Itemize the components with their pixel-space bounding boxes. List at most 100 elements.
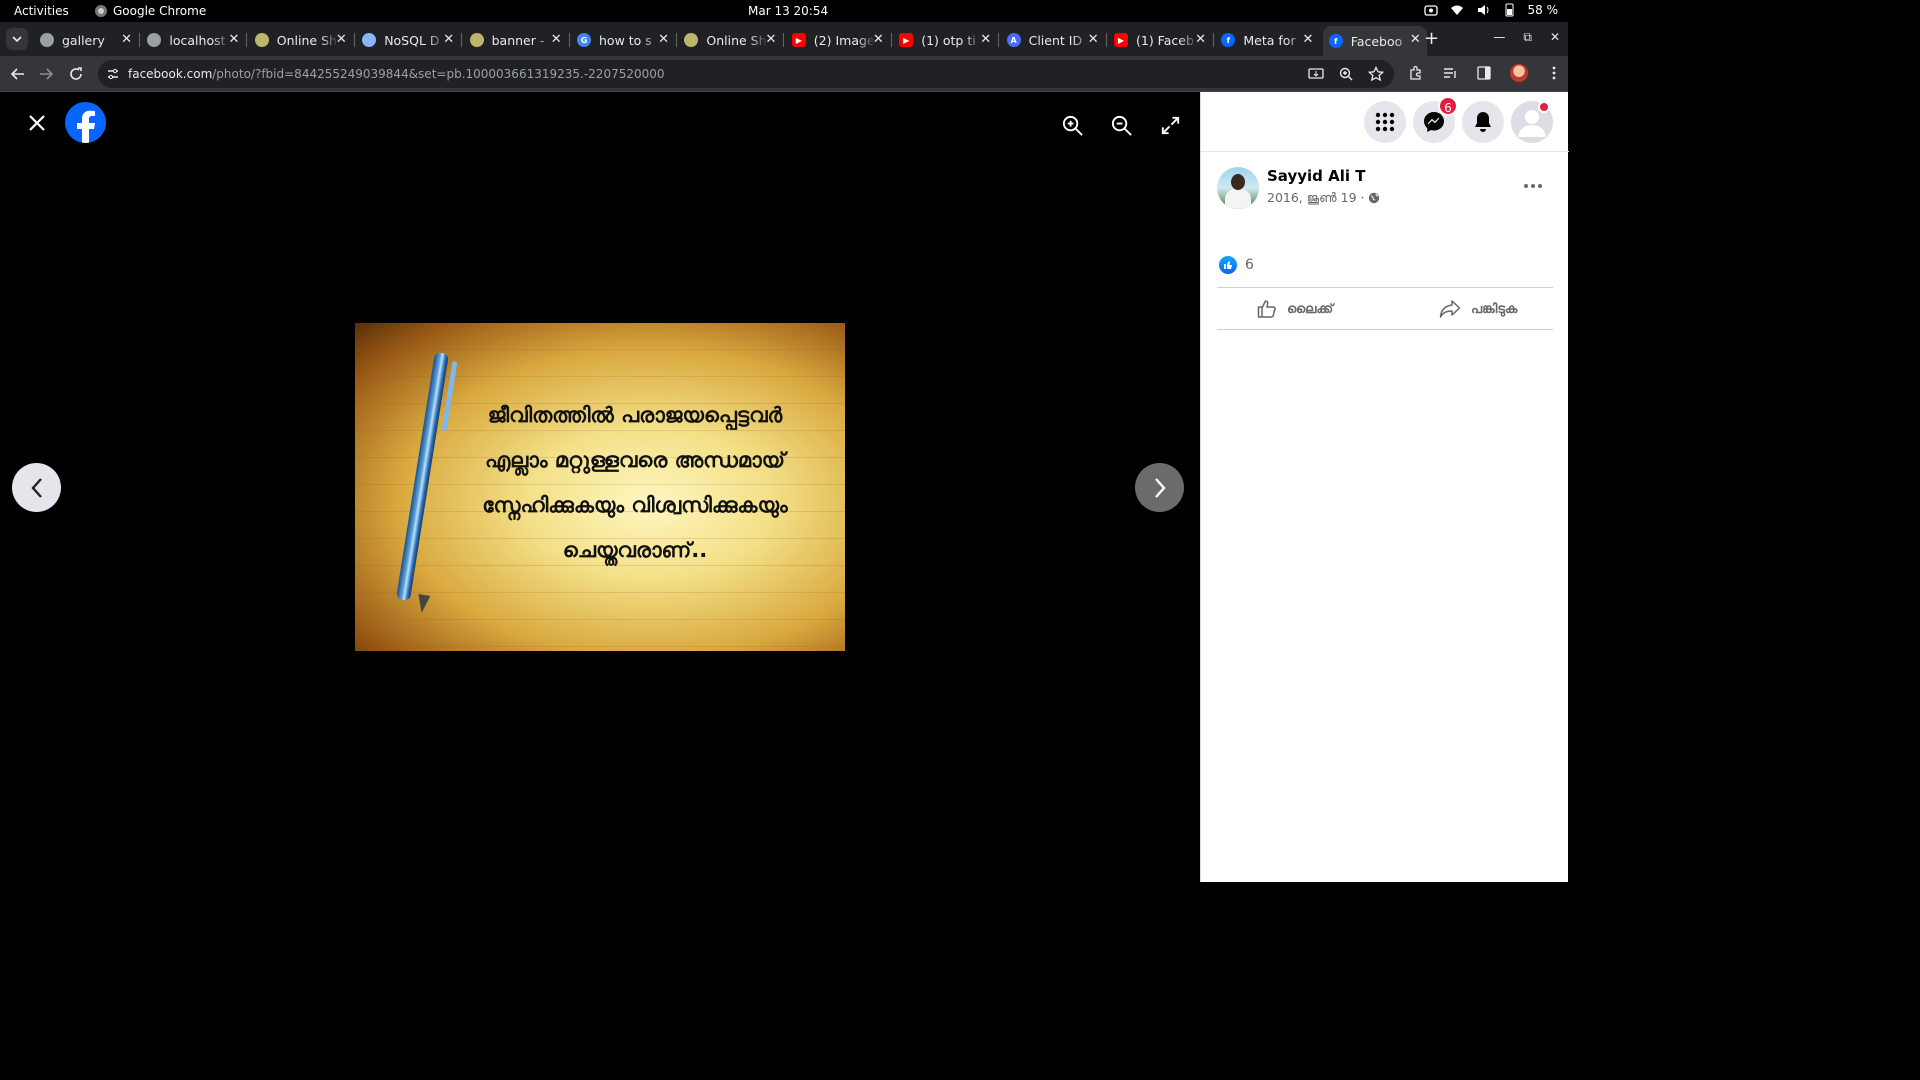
close-tab-icon[interactable]: ✕: [1410, 32, 1421, 47]
close-tab-icon[interactable]: ✕: [1195, 32, 1206, 47]
thumbs-up-icon: [1257, 300, 1276, 318]
browser-tab[interactable]: A Client ID ✕: [1001, 26, 1107, 54]
browser-tab[interactable]: ▶ (1) Faceb ✕: [1108, 26, 1214, 54]
close-tab-icon[interactable]: ✕: [551, 32, 562, 47]
zoom-in-icon[interactable]: [1061, 114, 1084, 137]
panel-header: [1201, 92, 1569, 152]
site-settings-icon[interactable]: [106, 67, 120, 81]
avatar-body: [1225, 189, 1251, 209]
author-avatar[interactable]: [1217, 167, 1259, 209]
post-date[interactable]: 2016, ജൂൺ 19 ·: [1267, 190, 1364, 206]
previous-photo-button[interactable]: [12, 463, 61, 512]
app-menu[interactable]: Google Chrome: [95, 4, 206, 18]
tab-separator: [890, 33, 892, 47]
address-bar[interactable]: facebook.com/photo/?fbid=844255249039844…: [98, 60, 1394, 88]
grid-menu-icon: [1375, 112, 1395, 132]
author-name[interactable]: Sayyid Ali T: [1267, 167, 1365, 185]
browser-tab[interactable]: Ghow to s ✕: [571, 26, 677, 54]
close-tab-icon[interactable]: ✕: [873, 32, 884, 47]
tab-search-button[interactable]: [6, 28, 28, 50]
screenshot-icon: [1423, 5, 1438, 16]
facebook-logo[interactable]: [65, 102, 106, 143]
reactions-summary[interactable]: 6: [1219, 256, 1254, 274]
side-panel-icon[interactable]: [1476, 65, 1492, 81]
quote-text: ജീവിതത്തിൽ പരാജയപ്പെട്ടവർ എല്ലാം മറ്റുള്…: [465, 393, 805, 573]
battery-icon: [1505, 3, 1513, 17]
share-button[interactable]: പങ്കിടുക: [1439, 297, 1517, 321]
toolbar-actions: [1408, 64, 1562, 82]
post-photo: ജീവിതത്തിൽ പരാജയപ്പെട്ടവർ എല്ലാം മറ്റുള്…: [355, 323, 845, 651]
browser-tab[interactable]: localhost ✕: [141, 26, 248, 54]
chevron-right-icon: [1154, 477, 1166, 498]
tab-strip: gallery ✕ localhost ✕ Online Sh ✕ NoSQL D ✕ bann…: [0, 22, 1568, 56]
minimize-icon[interactable]: —: [1493, 30, 1505, 45]
browser-tab[interactable]: ▶ (1) otp ti ✕: [893, 26, 1000, 54]
zoom-icon[interactable]: [1338, 66, 1354, 82]
browser-tab[interactable]: f Meta for ✕: [1215, 26, 1319, 54]
tab-title: banner -: [491, 32, 545, 48]
next-photo-button[interactable]: [1135, 463, 1184, 512]
browser-toolbar: facebook.com/photo/?fbid=844255249039844…: [0, 56, 1568, 92]
media-controls-icon[interactable]: [1442, 65, 1458, 81]
close-tab-icon[interactable]: ✕: [1302, 32, 1313, 47]
maximize-icon[interactable]: ⧉: [1523, 30, 1532, 45]
youtube-icon: ▶: [1114, 33, 1128, 47]
close-tab-icon[interactable]: ✕: [443, 32, 454, 47]
browser-tab[interactable]: banner - ✕: [464, 26, 570, 54]
notifications-button[interactable]: [1462, 101, 1504, 143]
tab-title: Client ID: [1028, 32, 1083, 48]
reload-button[interactable]: [66, 64, 86, 84]
tab-title: Meta for: [1243, 32, 1296, 48]
new-tab-button[interactable]: +: [1424, 28, 1439, 49]
tab-separator: [998, 33, 1000, 47]
forward-button[interactable]: [36, 64, 56, 84]
close-tab-icon[interactable]: ✕: [765, 32, 776, 47]
profile-avatar[interactable]: [1510, 64, 1528, 82]
back-button[interactable]: [8, 64, 28, 84]
youtube-icon: ▶: [791, 33, 806, 47]
facebook-icon: f: [1328, 34, 1343, 48]
browser-tab[interactable]: f Faceboo ✕: [1322, 26, 1427, 56]
activities-button[interactable]: Activities: [14, 4, 69, 18]
system-top-bar: Activities Google Chrome Mar 13 20:54 58…: [0, 0, 1568, 22]
menu-button[interactable]: [1364, 101, 1406, 143]
browser-tab[interactable]: NoSQL D ✕: [356, 26, 463, 54]
close-tab-icon[interactable]: ✕: [1088, 32, 1099, 47]
youtube-icon: ▶: [899, 33, 914, 47]
site-icon: [254, 33, 269, 47]
quote-line: സ്നേഹിക്കുകയും വിശ്വസിക്കുകയും: [482, 493, 788, 517]
browser-tab[interactable]: Online Sh ✕: [249, 26, 355, 54]
chevron-left-icon: [30, 477, 42, 498]
close-tab-icon[interactable]: ✕: [980, 32, 991, 47]
site-icon: [684, 33, 699, 47]
zoom-out-icon[interactable]: [1110, 114, 1133, 137]
globe-icon: [40, 33, 54, 47]
post-options-button[interactable]: [1521, 174, 1545, 198]
photo-viewer: ജീവിതത്തിൽ പരാജയപ്പെട്ടവർ എല്ലാം മറ്റുള്…: [0, 92, 1200, 882]
close-viewer-button[interactable]: [22, 108, 52, 138]
clock[interactable]: Mar 13 20:54: [748, 4, 828, 18]
account-notification-dot: [1538, 101, 1550, 113]
bookmark-star-icon[interactable]: [1368, 66, 1384, 82]
close-tab-icon[interactable]: ✕: [228, 32, 239, 47]
browser-tab[interactable]: Online Sh ✕: [678, 26, 785, 54]
chrome-icon: [95, 5, 107, 17]
like-button[interactable]: ലൈക്ക്: [1257, 297, 1333, 321]
fullscreen-icon[interactable]: [1159, 114, 1182, 137]
globe-icon: [147, 33, 162, 47]
kebab-menu-icon[interactable]: [1546, 65, 1562, 81]
extensions-icon[interactable]: [1408, 65, 1424, 81]
close-tab-icon[interactable]: ✕: [658, 32, 669, 47]
url-text[interactable]: facebook.com/photo/?fbid=844255249039844…: [128, 67, 665, 81]
install-app-icon[interactable]: [1308, 66, 1324, 82]
quote-line: ജീവിതത്തിൽ പരാജയപ്പെട്ടവർ: [487, 403, 783, 427]
close-tab-icon[interactable]: ✕: [121, 32, 132, 47]
close-window-icon[interactable]: ✕: [1550, 30, 1560, 45]
browser-tab[interactable]: ▶ (2) Image ✕: [786, 26, 892, 54]
browser-tab[interactable]: gallery ✕: [34, 26, 140, 54]
arrow-left-icon: [11, 68, 24, 80]
close-tab-icon[interactable]: ✕: [336, 32, 347, 47]
api-icon: A: [1006, 33, 1021, 47]
system-tray[interactable]: 58 %: [1423, 3, 1558, 17]
viewer-tools: [1061, 114, 1182, 137]
